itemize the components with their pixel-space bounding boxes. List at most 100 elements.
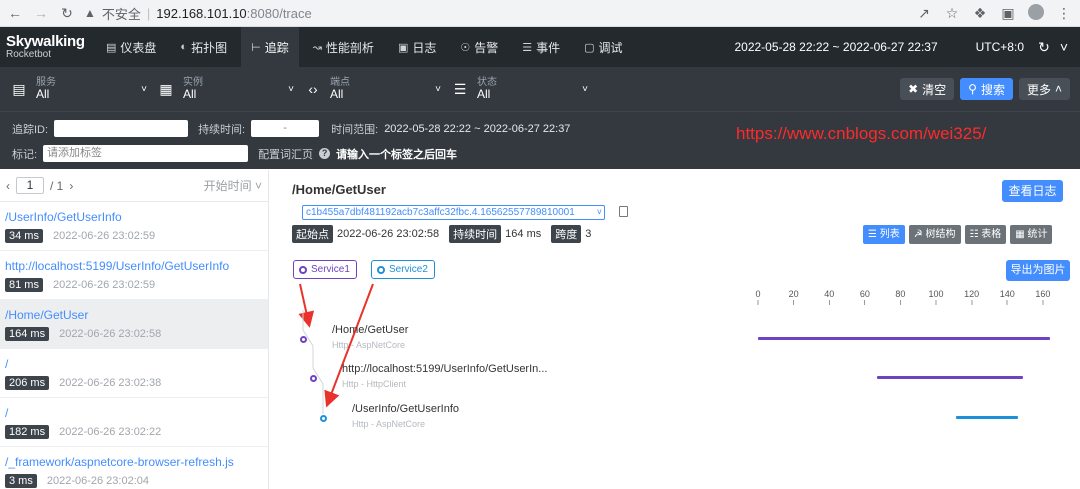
span-bar[interactable] bbox=[955, 416, 1018, 419]
tab-tree-label: 树结构 bbox=[925, 229, 956, 240]
trace-endpoint[interactable]: / bbox=[5, 357, 263, 371]
selector-2[interactable]: ‹› 端点 All ˅ bbox=[304, 67, 451, 111]
list-item[interactable]: / 206 ms 2022-06-26 23:02:38 bbox=[0, 349, 268, 398]
list-item[interactable]: http://localhost:5199/UserInfo/GetUserIn… bbox=[0, 251, 268, 300]
menu-item-label: 拓扑图 bbox=[191, 40, 228, 55]
menu-item-4[interactable]: ▣ 日志 bbox=[388, 27, 446, 67]
service-name: Service1 bbox=[311, 264, 350, 275]
tab-stats-label: 统计 bbox=[1027, 229, 1048, 240]
menu-item-5[interactable]: ☉ 告警 bbox=[450, 27, 508, 67]
share-icon[interactable]: ↗ bbox=[914, 5, 934, 22]
menu-item-6[interactable]: ☰ 事件 bbox=[512, 27, 570, 67]
trace-endpoint[interactable]: http://localhost:5199/UserInfo/GetUserIn… bbox=[5, 259, 263, 273]
profile-icon: ↝ bbox=[312, 41, 322, 54]
help-icon[interactable]: ? bbox=[319, 148, 331, 159]
back-icon[interactable]: ← bbox=[6, 5, 24, 21]
axis-tick-label: 100 bbox=[928, 289, 944, 299]
selector-label: 服务 bbox=[36, 76, 56, 88]
time-range-label: 时间范围: bbox=[331, 123, 379, 136]
axis-tick-label: 80 bbox=[895, 289, 906, 299]
view-log-button[interactable]: 查看日志 bbox=[1002, 180, 1063, 202]
tab-stats[interactable]: ▦ 统计 bbox=[1010, 225, 1053, 244]
span-bar[interactable] bbox=[877, 376, 1024, 379]
tab-list[interactable]: ☰ 列表 bbox=[863, 225, 905, 244]
tree-connector bbox=[302, 310, 324, 414]
trace-endpoint[interactable]: /_framework/aspnetcore-browser-refresh.j… bbox=[5, 455, 263, 469]
menu-item-7[interactable]: ▢ 调试 bbox=[574, 27, 632, 67]
service-icon: ▤ bbox=[12, 80, 26, 97]
selector-1[interactable]: ▦ 实例 All ˅ bbox=[157, 67, 304, 111]
sort-label: 开始时间 bbox=[203, 179, 252, 193]
config-link[interactable]: 配置词汇页 bbox=[258, 146, 313, 162]
view-tabs: ☰ 列表 ☭ 树结构 ☷ 表格 ▦ 统计 bbox=[863, 225, 1053, 244]
trace-duration: 34 ms bbox=[5, 229, 43, 243]
sort-select[interactable]: 开始时间 ˅ bbox=[204, 177, 262, 194]
menu-item-3[interactable]: ↝ 性能剖析 bbox=[303, 27, 384, 67]
address-separator: | bbox=[146, 5, 151, 21]
tab-table[interactable]: ☷ 表格 bbox=[964, 225, 1007, 244]
span-node[interactable] bbox=[320, 415, 327, 422]
trace-endpoint[interactable]: /Home/GetUser bbox=[5, 308, 263, 322]
selector-0[interactable]: ▤ 服务 All ˅ bbox=[10, 67, 157, 111]
reload-icon[interactable]: ↻ bbox=[58, 5, 76, 22]
service-name: Service2 bbox=[389, 264, 428, 275]
list-item[interactable]: /UserInfo/GetUserInfo 34 ms 2022-06-26 23:… bbox=[0, 202, 268, 251]
menu-item-0[interactable]: ▤ 仪表盘 bbox=[96, 27, 166, 67]
span-name[interactable]: /UserInfo/GetUserInfo bbox=[352, 403, 459, 415]
list-item[interactable]: /_framework/aspnetcore-browser-refresh.j… bbox=[0, 447, 268, 489]
selector-3[interactable]: ☰ 状态 All ˅ bbox=[451, 67, 598, 111]
menu-item-2[interactable]: ⊢ 追踪 bbox=[241, 27, 299, 67]
address-bar[interactable]: ▲ 不安全 | 192.168.101.10:8080/trace bbox=[84, 3, 906, 24]
advanced-filters: 追踪ID: 持续时间: - 时间范围: 2022-05-28 22:22 ~ 2… bbox=[0, 111, 1080, 169]
tab-tree[interactable]: ☭ 树结构 bbox=[908, 225, 961, 244]
start-value: 2022-06-26 23:02:58 bbox=[337, 228, 440, 240]
clear-label: 清空 bbox=[922, 82, 947, 97]
axis-tick: 20 bbox=[789, 289, 799, 305]
span-name[interactable]: http://localhost:5199/UserInfo/GetUserIn… bbox=[342, 363, 547, 375]
trace-id-label: 追踪ID: bbox=[12, 123, 49, 136]
prev-page-icon[interactable]: ‹ bbox=[6, 179, 10, 193]
span-name[interactable]: /Home/GetUser bbox=[332, 324, 408, 336]
header-daterange[interactable]: 2022-05-28 22:22 ~ 2022-06-27 22:37 bbox=[734, 40, 937, 54]
selector-label: 端点 bbox=[330, 76, 350, 88]
trace-id-input[interactable] bbox=[54, 120, 189, 137]
axis-tick: 60 bbox=[860, 289, 870, 305]
instance-icon: ▦ bbox=[159, 80, 173, 97]
chevron-down-icon[interactable]: ˅ bbox=[1054, 39, 1074, 55]
export-image-button[interactable]: 导出为图片 bbox=[1006, 260, 1070, 281]
list-item[interactable]: / 182 ms 2022-06-26 23:02:22 bbox=[0, 398, 268, 447]
menu-item-label: 调试 bbox=[598, 40, 623, 55]
tab-list-label: 列表 bbox=[879, 229, 900, 240]
timezone[interactable]: UTC+8:0 bbox=[976, 40, 1024, 54]
debug-icon: ▢ bbox=[584, 41, 595, 54]
search-button[interactable]: ⚲ 搜索 bbox=[960, 78, 1013, 100]
sidepanel-icon[interactable]: ▣ bbox=[998, 5, 1018, 22]
trace-duration: 182 ms bbox=[5, 425, 50, 439]
span-node[interactable] bbox=[300, 336, 307, 343]
service-chip-2[interactable]: Service2 bbox=[371, 260, 435, 279]
next-page-icon[interactable]: › bbox=[69, 179, 73, 193]
span-node[interactable] bbox=[310, 375, 317, 382]
trace-endpoint[interactable]: /UserInfo/GetUserInfo bbox=[5, 210, 263, 224]
time-range-value[interactable]: 2022-05-28 22:22 ~ 2022-06-27 22:37 bbox=[384, 123, 570, 135]
tags-input[interactable]: 请添加标签 bbox=[43, 145, 249, 162]
copy-icon[interactable] bbox=[619, 206, 628, 217]
trace-id-select[interactable]: c1b455a7dbf481192acb7c3affc32fbc.4.16562… bbox=[302, 205, 605, 220]
menu-item-1[interactable]: ◐ 拓扑图 bbox=[170, 27, 237, 67]
service-chip-1[interactable]: Service1 bbox=[293, 260, 357, 279]
profile-avatar[interactable] bbox=[1026, 3, 1046, 23]
page-input[interactable]: 1 bbox=[16, 177, 44, 194]
kebab-menu-icon[interactable]: ⋮ bbox=[1054, 5, 1074, 22]
span-bar[interactable] bbox=[758, 337, 1050, 340]
star-icon[interactable]: ☆ bbox=[942, 5, 962, 22]
dashboard-icon: ▤ bbox=[106, 41, 117, 54]
forward-icon[interactable]: → bbox=[32, 5, 50, 21]
more-button[interactable]: 更多 ˄ bbox=[1018, 78, 1070, 100]
refresh-icon[interactable]: ↻ bbox=[1034, 39, 1054, 56]
extensions-icon[interactable]: ❖ bbox=[970, 5, 990, 22]
list-item[interactable]: /Home/GetUser 164 ms 2022-06-26 23:02:58 bbox=[0, 300, 268, 349]
browser-toolbar: ← → ↻ ▲ 不安全 | 192.168.101.10:8080/trace … bbox=[0, 0, 1080, 27]
trace-endpoint[interactable]: / bbox=[5, 406, 263, 420]
duration-input[interactable]: - bbox=[251, 120, 320, 137]
clear-button[interactable]: ✖ 清空 bbox=[900, 78, 955, 100]
